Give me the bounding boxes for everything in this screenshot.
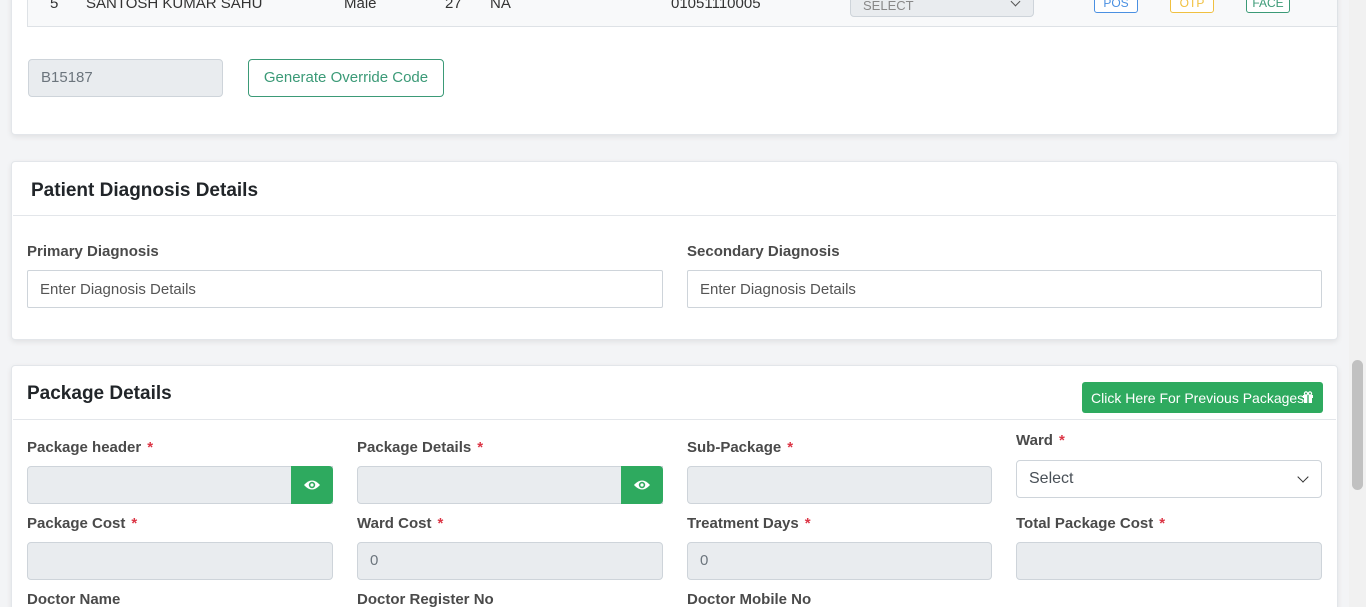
- package-details-input[interactable]: [357, 466, 663, 504]
- beneficiary-card: 5 SANTOSH KUMAR SAHU Male 27 NA 01051110…: [11, 0, 1338, 135]
- ward-select[interactable]: Select: [1016, 460, 1322, 498]
- sub-package-input[interactable]: [687, 466, 992, 504]
- scrollbar-thumb[interactable]: [1352, 360, 1363, 490]
- override-code-input[interactable]: B15187: [28, 59, 223, 97]
- package-header-label: Package header *: [27, 439, 154, 456]
- total-package-cost-label: Total Package Cost *: [1016, 515, 1166, 532]
- cell-name: SANTOSH KUMAR SAHU: [86, 0, 263, 12]
- sub-package-label: Sub-Package *: [687, 439, 794, 456]
- divider: [13, 215, 1336, 216]
- gift-icon: [1303, 391, 1313, 403]
- ward-cost-input[interactable]: 0: [357, 542, 663, 580]
- page-scrollbar[interactable]: [1349, 0, 1366, 607]
- doctor-register-no-label: Doctor Register No: [357, 591, 494, 607]
- eye-icon: [304, 480, 320, 490]
- treatment-days-label: Treatment Days *: [687, 515, 811, 532]
- secondary-diagnosis-input[interactable]: [687, 270, 1322, 308]
- package-cost-input[interactable]: [27, 542, 333, 580]
- secondary-diagnosis-label: Secondary Diagnosis: [687, 243, 840, 260]
- package-card: Package Details Click Here For Previous …: [11, 365, 1338, 607]
- package-header-input[interactable]: [27, 466, 333, 504]
- doctor-mobile-no-label: Doctor Mobile No: [687, 591, 812, 607]
- eye-icon: [634, 480, 650, 490]
- cell-phone: 01051110005: [671, 0, 761, 12]
- previous-packages-button[interactable]: Click Here For Previous Packages: [1082, 382, 1323, 413]
- package-title: Package Details: [27, 383, 172, 404]
- generate-override-code-button[interactable]: Generate Override Code: [248, 59, 444, 97]
- cell-gender: Male: [344, 0, 377, 12]
- diagnosis-card: Patient Diagnosis Details Primary Diagno…: [11, 161, 1338, 340]
- face-button[interactable]: FACE: [1246, 0, 1290, 13]
- view-package-header-button[interactable]: [291, 466, 333, 504]
- primary-diagnosis-input[interactable]: [27, 270, 663, 308]
- auth-mode-select[interactable]: SELECT: [850, 0, 1034, 17]
- ward-cost-label: Ward Cost *: [357, 515, 444, 532]
- table-row: 5 SANTOSH KUMAR SAHU Male 27 NA 01051110…: [27, 0, 1338, 27]
- package-details-label: Package Details *: [357, 439, 484, 456]
- view-package-details-button[interactable]: [621, 466, 663, 504]
- otp-button[interactable]: OTP: [1170, 0, 1214, 13]
- ward-label: Ward *: [1016, 432, 1065, 449]
- diagnosis-title: Patient Diagnosis Details: [31, 180, 259, 201]
- previous-packages-label: Click Here For Previous Packages: [1091, 390, 1305, 406]
- total-package-cost-input[interactable]: [1016, 542, 1322, 580]
- cell-sl-no: 5: [50, 0, 59, 12]
- treatment-days-input[interactable]: 0: [687, 542, 992, 580]
- cell-relation: NA: [490, 0, 511, 12]
- cell-age: 27: [445, 0, 462, 12]
- doctor-name-label: Doctor Name: [27, 591, 121, 607]
- pos-button[interactable]: POS: [1094, 0, 1138, 13]
- primary-diagnosis-label: Primary Diagnosis: [27, 243, 159, 260]
- package-cost-label: Package Cost *: [27, 515, 138, 532]
- chevron-down-icon: [1297, 471, 1309, 483]
- ward-select-value: Select: [1029, 470, 1074, 487]
- divider: [13, 419, 1336, 420]
